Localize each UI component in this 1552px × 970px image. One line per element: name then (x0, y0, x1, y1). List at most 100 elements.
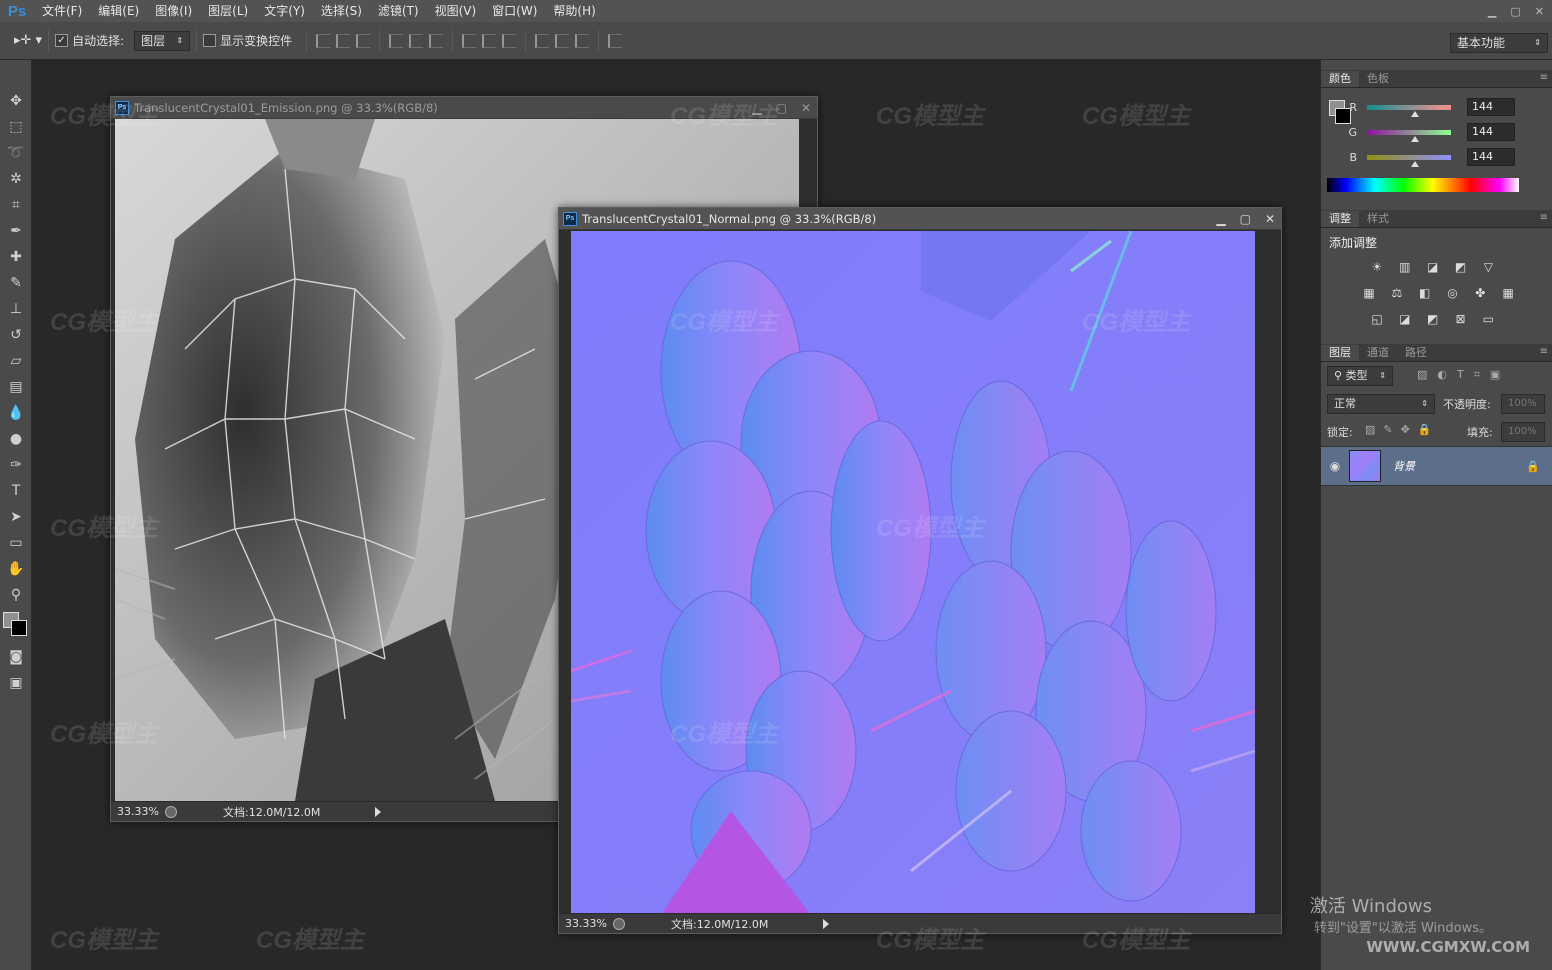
tab-adjustments[interactable]: 调整 (1321, 211, 1359, 227)
normal-map-canvas[interactable] (571, 231, 1255, 915)
move-tool-icon[interactable]: ✥ (0, 88, 32, 114)
menu-help[interactable]: 帮助(H) (545, 0, 603, 22)
menu-view[interactable]: 视图(V) (427, 0, 485, 22)
document-title-bar[interactable]: Ps TranslucentCrystal01_Normal.png @ 33.… (559, 208, 1281, 230)
gradient-map-icon[interactable]: ▭ (1480, 312, 1496, 326)
panel-menu-icon[interactable]: ≡ (1540, 212, 1548, 223)
opacity-input[interactable]: 100% (1501, 394, 1545, 414)
distribute-right-icon[interactable] (575, 33, 590, 48)
fill-input[interactable]: 100% (1501, 422, 1545, 442)
status-info-icon[interactable] (165, 805, 177, 818)
black-white-icon[interactable]: ◧ (1417, 286, 1433, 300)
align-top-icon[interactable] (316, 33, 331, 48)
menu-type[interactable]: 文字(Y) (256, 0, 313, 22)
tab-styles[interactable]: 样式 (1359, 211, 1397, 227)
crop-tool-icon[interactable]: ⌗ (0, 192, 32, 218)
blue-value-input[interactable]: 144 (1467, 148, 1515, 166)
clone-stamp-tool-icon[interactable]: ⊥ (0, 296, 32, 322)
lock-icons[interactable]: ▨✎✥🔒 (1365, 423, 1440, 436)
menu-layer[interactable]: 图层(L) (200, 0, 256, 22)
zoom-level[interactable]: 33.33% (111, 805, 163, 818)
slider-thumb[interactable] (1411, 160, 1419, 167)
dodge-tool-icon[interactable]: ● (0, 426, 32, 452)
path-select-tool-icon[interactable]: ➤ (0, 504, 32, 530)
tab-paths[interactable]: 路径 (1397, 345, 1435, 361)
auto-align-icon[interactable] (608, 33, 623, 48)
close-icon[interactable]: ✕ (801, 101, 811, 115)
red-slider[interactable] (1367, 104, 1451, 117)
distribute-vcenter-icon[interactable] (482, 33, 497, 48)
type-tool-icon[interactable]: T (0, 478, 32, 504)
distribute-top-icon[interactable] (462, 33, 477, 48)
blend-mode-dropdown[interactable]: 正常 ⇕ (1327, 394, 1435, 414)
maximize-icon[interactable]: ▢ (1510, 5, 1520, 18)
tab-channels[interactable]: 通道 (1359, 345, 1397, 361)
green-value-input[interactable]: 144 (1467, 123, 1515, 141)
minimize-icon[interactable]: ▁ (752, 101, 761, 115)
eye-icon[interactable]: ◉ (1321, 459, 1349, 473)
menu-select[interactable]: 选择(S) (313, 0, 370, 22)
hand-tool-icon[interactable]: ✋ (0, 556, 32, 582)
tab-color[interactable]: 颜色 (1321, 71, 1359, 87)
move-tool-icon[interactable]: ▸✛ ▾ (14, 33, 42, 48)
align-bottom-icon[interactable] (356, 33, 371, 48)
eyedropper-tool-icon[interactable]: ✒ (0, 218, 32, 244)
menu-image[interactable]: 图像(I) (147, 0, 200, 22)
threshold-icon[interactable]: ◩ (1425, 312, 1441, 326)
distribute-hcenter-icon[interactable] (555, 33, 570, 48)
maximize-icon[interactable]: ▢ (1240, 212, 1251, 226)
eraser-tool-icon[interactable]: ▱ (0, 348, 32, 374)
auto-select-dropdown[interactable]: 图层 ⇕ (134, 30, 191, 51)
layer-filter-dropdown[interactable]: ⚲ 类型 ⇕ (1327, 366, 1393, 386)
marquee-tool-icon[interactable]: ⬚ (0, 114, 32, 140)
channel-mixer-icon[interactable]: ✤ (1472, 286, 1488, 300)
panel-menu-icon[interactable]: ≡ (1540, 72, 1548, 83)
close-icon[interactable]: ✕ (1535, 5, 1544, 18)
history-brush-tool-icon[interactable]: ↺ (0, 322, 32, 348)
color-lookup-icon[interactable]: ▦ (1500, 286, 1516, 300)
shape-tool-icon[interactable]: ▭ (0, 530, 32, 556)
workspace-dropdown[interactable]: 基本功能 ⇕ (1450, 33, 1548, 53)
vibrance-icon[interactable]: ▽ (1480, 260, 1496, 274)
brightness-icon[interactable]: ☀ (1369, 260, 1385, 274)
levels-icon[interactable]: ▥ (1397, 260, 1413, 274)
document-window-normal[interactable]: Ps TranslucentCrystal01_Normal.png @ 33.… (558, 207, 1282, 934)
layer-row-background[interactable]: ◉ 背景 🔒 (1321, 446, 1552, 486)
selective-color-icon[interactable]: ⊠ (1452, 312, 1468, 326)
hue-saturation-icon[interactable]: ▦ (1361, 286, 1377, 300)
maximize-icon[interactable]: ▢ (776, 101, 787, 115)
tab-swatches[interactable]: 色板 (1359, 71, 1397, 87)
menu-edit[interactable]: 编辑(E) (90, 0, 147, 22)
green-slider[interactable] (1367, 129, 1451, 142)
menu-file[interactable]: 文件(F) (34, 0, 90, 22)
menu-window[interactable]: 窗口(W) (484, 0, 545, 22)
pen-tool-icon[interactable]: ✑ (0, 452, 32, 478)
distribute-bottom-icon[interactable] (502, 33, 517, 48)
slider-thumb[interactable] (1411, 110, 1419, 117)
screen-mode-icon[interactable]: ▣ (0, 670, 32, 696)
color-spectrum-bar[interactable] (1327, 178, 1519, 192)
brush-tool-icon[interactable]: ✎ (0, 270, 32, 296)
slider-thumb[interactable] (1411, 135, 1419, 142)
align-left-icon[interactable] (389, 33, 404, 48)
align-hcenter-icon[interactable] (409, 33, 424, 48)
magic-wand-tool-icon[interactable]: ✲ (0, 166, 32, 192)
exposure-icon[interactable]: ◩ (1452, 260, 1468, 274)
blue-slider[interactable] (1367, 154, 1451, 167)
photo-filter-icon[interactable]: ◎ (1444, 286, 1460, 300)
status-menu-arrow-icon[interactable] (823, 918, 829, 929)
zoom-level[interactable]: 33.33% (559, 917, 611, 930)
auto-select-checkbox[interactable]: ✓ (55, 34, 69, 47)
color-swatches-icon[interactable] (0, 608, 32, 644)
red-value-input[interactable]: 144 (1467, 98, 1515, 116)
show-transform-checkbox[interactable] (203, 34, 217, 47)
gradient-tool-icon[interactable]: ▤ (0, 374, 32, 400)
distribute-left-icon[interactable] (535, 33, 550, 48)
quick-mask-icon[interactable]: ◙ (0, 644, 32, 670)
minimize-icon[interactable]: ▁ (1216, 212, 1225, 226)
curves-icon[interactable]: ◪ (1425, 260, 1441, 274)
blur-tool-icon[interactable]: 💧 (0, 400, 32, 426)
align-vcenter-icon[interactable] (336, 33, 351, 48)
panel-menu-icon[interactable]: ≡ (1540, 346, 1548, 357)
lasso-tool-icon[interactable]: ➰ (0, 140, 32, 166)
